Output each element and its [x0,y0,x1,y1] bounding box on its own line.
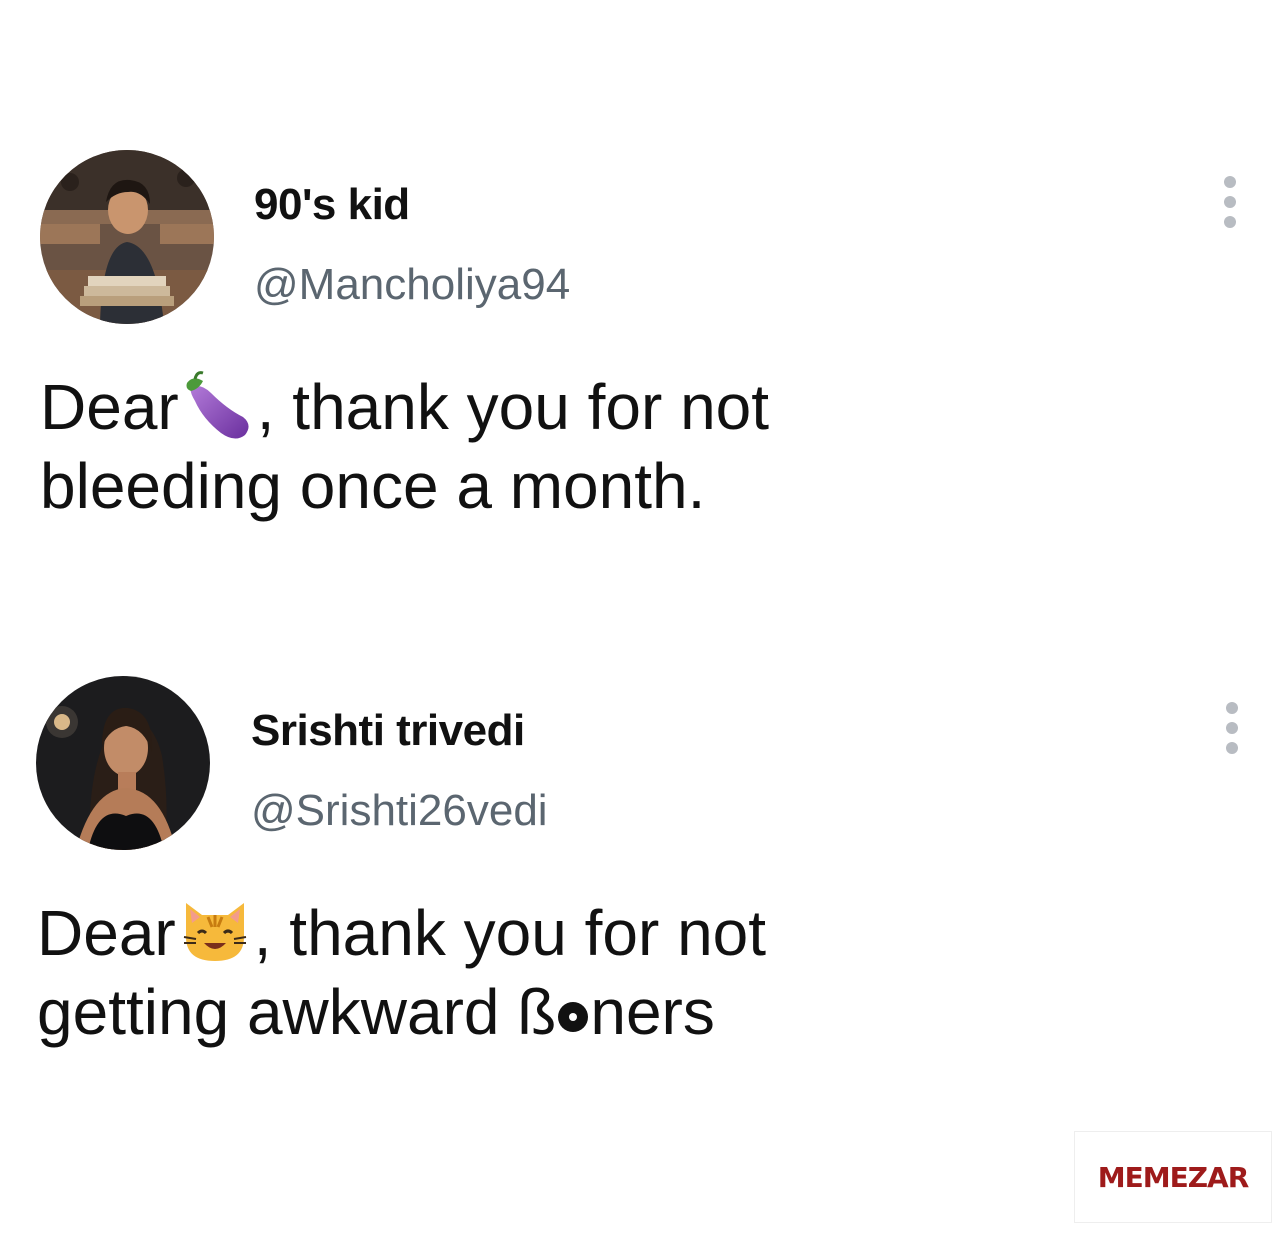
smiling-cat-emoji-icon [178,893,252,967]
more-vertical-icon [1226,702,1238,714]
student-avatar-image [40,150,214,324]
eggplant-emoji-icon [181,367,255,441]
user-handle[interactable]: @Mancholiya94 [254,260,570,310]
post-text-line: getting awkward ß ners [37,976,715,1048]
user-handle[interactable]: @Srishti26vedi [251,786,548,836]
censor-dot-icon [558,1002,589,1032]
post-text: Dear , thank you for not bleeding once a… [40,367,940,526]
display-name[interactable]: 90's kid [254,180,410,230]
woman-avatar-image [36,676,210,850]
watermark-logo: MEMEZAR [1074,1131,1272,1223]
more-vertical-icon [1224,176,1236,188]
post-text: Dear , thank you for not getting awkward… [37,893,937,1052]
post-text-line: Dear , thank you for not [40,367,940,447]
post-text-line: Dear , thank you for not [37,893,937,973]
post-text-line: bleeding once a month. [40,450,706,522]
more-options-button[interactable] [1217,698,1247,762]
more-options-button[interactable] [1215,172,1245,236]
avatar[interactable] [36,676,210,850]
avatar[interactable] [40,150,214,324]
display-name[interactable]: Srishti trivedi [251,706,525,756]
